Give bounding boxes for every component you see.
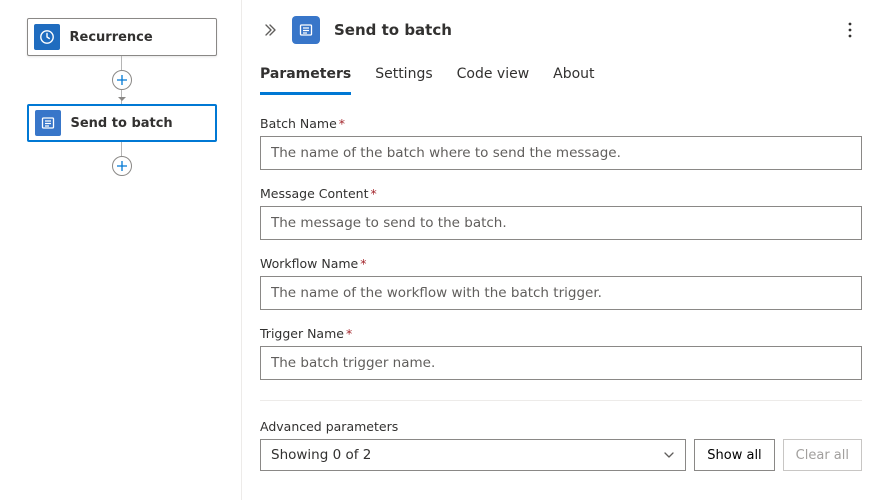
dropdown-value: Showing 0 of 2 [271, 447, 371, 463]
required-marker: * [339, 116, 345, 131]
flow-connector [112, 56, 132, 104]
batch-name-input[interactable] [260, 136, 862, 170]
panel-tabs: Parameters Settings Code view About [242, 44, 880, 94]
more-vertical-icon [848, 22, 852, 38]
label-text: Trigger Name [260, 326, 344, 341]
label-text: Batch Name [260, 116, 337, 131]
field-label: Batch Name* [260, 116, 862, 131]
flow-node-send-to-batch[interactable]: Send to batch [27, 104, 217, 142]
details-panel: Send to batch Parameters Settings Code v… [242, 0, 880, 500]
workflow-name-input[interactable] [260, 276, 862, 310]
batch-icon [35, 110, 61, 136]
tab-codeview[interactable]: Code view [457, 66, 530, 94]
trigger-name-input[interactable] [260, 346, 862, 380]
show-all-button[interactable]: Show all [694, 439, 774, 471]
flow-node-label: Recurrence [70, 30, 153, 45]
more-actions-button[interactable] [838, 18, 862, 42]
batch-icon [292, 16, 320, 44]
tab-about[interactable]: About [553, 66, 594, 94]
field-label: Workflow Name* [260, 256, 862, 271]
field-workflow-name: Workflow Name* [260, 256, 862, 310]
chevron-down-icon [663, 449, 675, 461]
field-message-content: Message Content* [260, 186, 862, 240]
section-divider [260, 400, 862, 401]
advanced-parameters-dropdown[interactable]: Showing 0 of 2 [260, 439, 686, 471]
collapse-panel-button[interactable] [260, 20, 280, 40]
parameters-form: Batch Name* Message Content* Workflow Na… [242, 94, 880, 471]
tab-settings[interactable]: Settings [375, 66, 432, 94]
flow-node-label: Send to batch [71, 116, 173, 131]
advanced-parameters-row: Showing 0 of 2 Show all Clear all [260, 439, 862, 471]
add-step-button[interactable] [112, 156, 132, 176]
schedule-icon [34, 24, 60, 50]
clear-all-button[interactable]: Clear all [783, 439, 862, 471]
flow-connector-end [112, 142, 132, 176]
required-marker: * [360, 256, 366, 271]
plus-icon [117, 161, 127, 171]
advanced-parameters-label: Advanced parameters [260, 419, 862, 434]
tab-parameters[interactable]: Parameters [260, 66, 351, 95]
plus-icon [117, 75, 127, 85]
field-label: Trigger Name* [260, 326, 862, 341]
required-marker: * [370, 186, 376, 201]
required-marker: * [346, 326, 352, 341]
message-content-input[interactable] [260, 206, 862, 240]
panel-header: Send to batch [242, 0, 880, 44]
label-text: Workflow Name [260, 256, 358, 271]
label-text: Message Content [260, 186, 368, 201]
flow-canvas: Recurrence Send to batch [0, 0, 242, 500]
field-batch-name: Batch Name* [260, 116, 862, 170]
flow-node-recurrence[interactable]: Recurrence [27, 18, 217, 56]
field-label: Message Content* [260, 186, 862, 201]
panel-title: Send to batch [334, 21, 452, 39]
field-trigger-name: Trigger Name* [260, 326, 862, 380]
add-step-button[interactable] [112, 70, 132, 90]
chevron-double-right-icon [263, 23, 277, 37]
